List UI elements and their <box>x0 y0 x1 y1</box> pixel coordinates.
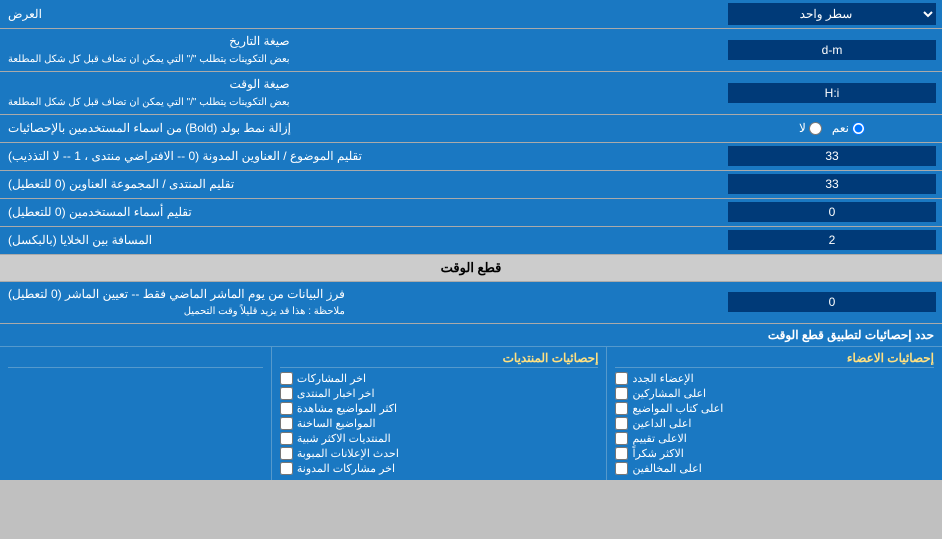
checkbox-last-posts[interactable] <box>280 372 293 385</box>
forum-trim-input[interactable] <box>728 174 936 194</box>
date-format-row: صيغة التاريخبعض التكوينات يتطلب "/" التي… <box>0 29 942 72</box>
time-format-row: صيغة الوقتبعض التكوينات يتطلب "/" التي ي… <box>0 72 942 115</box>
list-item: اعلى الداعين <box>615 416 934 431</box>
checkbox-col-forums: إحصائيات المنتديات اخر المشاركات اخر اخب… <box>272 347 608 480</box>
checkbox-top-rated[interactable] <box>615 432 628 445</box>
checkbox-classified-ads[interactable] <box>280 447 293 460</box>
checkboxes-section: حدد إحصائيات لتطبيق قطع الوقت إحصائيات ا… <box>0 324 942 480</box>
subject-trim-row: تقليم الموضوع / العناوين المدونة (0 -- ا… <box>0 143 942 171</box>
subject-trim-input[interactable] <box>728 146 936 166</box>
list-item: المواضيع الساخنة <box>280 416 599 431</box>
cutoff-days-input-wrapper <box>722 282 942 324</box>
checkboxes-section-header: حدد إحصائيات لتطبيق قطع الوقت <box>0 324 942 347</box>
date-format-input-wrapper <box>722 29 942 71</box>
col-empty-header <box>8 351 263 368</box>
username-trim-label: تقليم أسماء المستخدمين (0 للتعطيل) <box>0 199 722 226</box>
cutoff-days-row: فرز البيانات من يوم الماشر الماضي فقط --… <box>0 282 942 325</box>
bold-yes-radio[interactable] <box>852 122 865 135</box>
subject-trim-label: تقليم الموضوع / العناوين المدونة (0 -- ا… <box>0 143 722 170</box>
bold-yes-label[interactable]: نعم <box>832 121 865 135</box>
cutoff-days-label: فرز البيانات من يوم الماشر الماضي فقط --… <box>0 282 722 324</box>
bold-names-radio-wrapper: نعم لا <box>722 115 942 142</box>
list-item: المنتديات الاكثر شبية <box>280 431 599 446</box>
display-mode-label: العرض <box>0 0 722 28</box>
col-members-header: إحصائيات الاعضاء <box>615 351 934 368</box>
checkbox-forum-news[interactable] <box>280 387 293 400</box>
forum-trim-input-wrapper <box>722 171 942 198</box>
list-item: اعلى كتاب المواضيع <box>615 401 934 416</box>
checkbox-similar-forums[interactable] <box>280 432 293 445</box>
display-mode-input-wrapper: سطر واحد سطرين ثلاثة أسطر <box>722 0 942 28</box>
checkbox-blog-posts[interactable] <box>280 462 293 475</box>
forum-trim-label: تقليم المنتدى / المجموعة العناوين (0 للت… <box>0 171 722 198</box>
cutoff-section-header: قطع الوقت <box>0 255 942 282</box>
list-item: الاكثر شكراً <box>615 446 934 461</box>
time-format-label: صيغة الوقتبعض التكوينات يتطلب "/" التي ي… <box>0 72 722 114</box>
list-item: اخر اخبار المنتدى <box>280 386 599 401</box>
checkbox-most-viewed[interactable] <box>280 402 293 415</box>
time-format-input-wrapper <box>722 72 942 114</box>
time-format-input[interactable] <box>728 83 936 103</box>
main-container: العرض سطر واحد سطرين ثلاثة أسطر صيغة الت… <box>0 0 942 480</box>
list-item: اخر المشاركات <box>280 371 599 386</box>
list-item: اكثر المواضيع مشاهدة <box>280 401 599 416</box>
bold-names-label: إزالة نمط بولد (Bold) من اسماء المستخدمي… <box>0 115 722 142</box>
cell-spacing-input[interactable] <box>728 230 936 250</box>
cell-spacing-input-wrapper <box>722 227 942 254</box>
cutoff-days-input[interactable] <box>728 292 936 312</box>
checkbox-top-posters[interactable] <box>615 387 628 400</box>
forum-trim-row: تقليم المنتدى / المجموعة العناوين (0 للت… <box>0 171 942 199</box>
display-mode-row: العرض سطر واحد سطرين ثلاثة أسطر <box>0 0 942 29</box>
bold-names-row: إزالة نمط بولد (Bold) من اسماء المستخدمي… <box>0 115 942 143</box>
subject-trim-input-wrapper <box>722 143 942 170</box>
bold-no-label[interactable]: لا <box>799 121 822 135</box>
display-mode-select[interactable]: سطر واحد سطرين ثلاثة أسطر <box>728 3 936 25</box>
bold-no-radio[interactable] <box>809 122 822 135</box>
checkbox-most-thanked[interactable] <box>615 447 628 460</box>
checkbox-col-members: إحصائيات الاعضاء الإعضاء الجدد اعلى المش… <box>607 347 942 480</box>
list-item: احدث الإعلانات المبوبة <box>280 446 599 461</box>
list-item: الاعلى تقييم <box>615 431 934 446</box>
checkbox-columns: إحصائيات المنتديات اخر المشاركات اخر اخب… <box>0 347 942 480</box>
checkbox-hot-topics[interactable] <box>280 417 293 430</box>
list-item: الإعضاء الجدد <box>615 371 934 386</box>
checkbox-new-members[interactable] <box>615 372 628 385</box>
list-item: اخر مشاركات المدونة <box>280 461 599 476</box>
checkbox-top-violators[interactable] <box>615 462 628 475</box>
date-format-input[interactable] <box>728 40 936 60</box>
checkbox-top-topic-writers[interactable] <box>615 402 628 415</box>
username-trim-row: تقليم أسماء المستخدمين (0 للتعطيل) <box>0 199 942 227</box>
col-forums-header: إحصائيات المنتديات <box>280 351 599 368</box>
list-item: اعلى المخالفين <box>615 461 934 476</box>
checkbox-col-empty <box>0 347 272 480</box>
cell-spacing-row: المسافة بين الخلايا (بالبكسل) <box>0 227 942 255</box>
cell-spacing-label: المسافة بين الخلايا (بالبكسل) <box>0 227 722 254</box>
date-format-label: صيغة التاريخبعض التكوينات يتطلب "/" التي… <box>0 29 722 71</box>
checkbox-top-inviters[interactable] <box>615 417 628 430</box>
username-trim-input-wrapper <box>722 199 942 226</box>
list-item: اعلى المشاركين <box>615 386 934 401</box>
username-trim-input[interactable] <box>728 202 936 222</box>
